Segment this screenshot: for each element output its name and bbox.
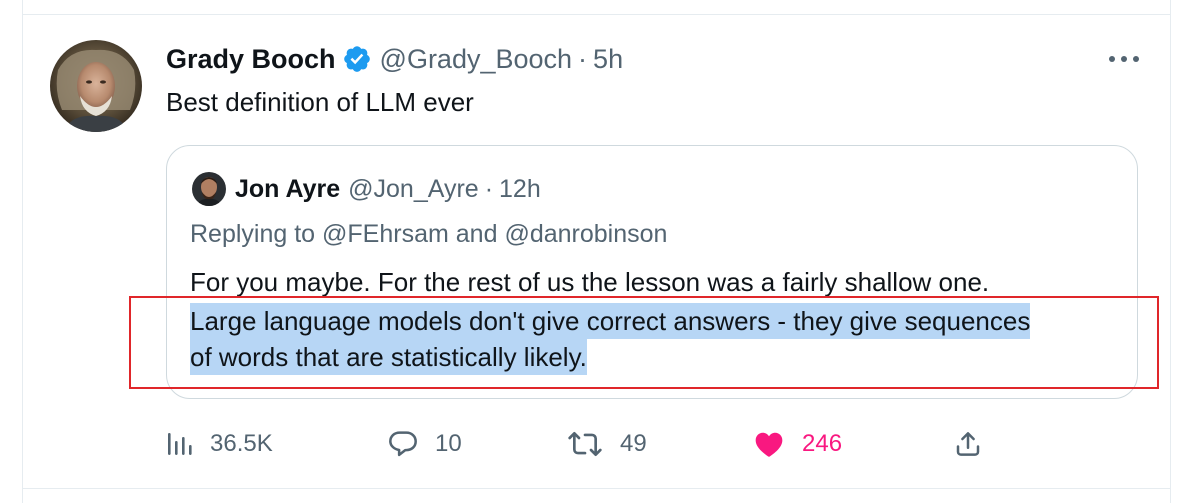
retweet-button[interactable]: 49 (566, 420, 647, 468)
reply-button[interactable]: 10 (387, 420, 462, 468)
share-button[interactable] (953, 420, 983, 468)
tweet-bottom-border (22, 488, 1170, 489)
like-button[interactable]: 246 (752, 420, 842, 468)
author-handle[interactable]: @Grady_Booch (380, 42, 573, 76)
reply-count: 10 (435, 430, 462, 457)
quoted-author-avatar[interactable] (192, 172, 226, 206)
more-horizontal-icon[interactable] (1106, 52, 1142, 66)
retweet-count: 49 (620, 430, 647, 457)
reply-bubble-icon (387, 428, 419, 460)
annotation-red-box (129, 296, 1159, 389)
replying-prefix: Replying to (190, 220, 316, 248)
heart-filled-icon (752, 428, 786, 460)
quoted-author-handle[interactable]: @Jon_Ayre (348, 173, 479, 205)
tweet-text: Best definition of LLM ever (166, 87, 474, 117)
replying-and: and (455, 220, 498, 248)
previous-tweet-border (22, 0, 1170, 15)
quoted-tweet-text-line: For you maybe. For the rest of us the le… (190, 267, 990, 297)
quoted-tweet-timestamp[interactable]: 12h (499, 173, 541, 205)
mention-link[interactable]: @danrobinson (504, 220, 667, 248)
analytics-bars-icon (164, 429, 194, 459)
tweet-container: Grady Booch @Grady_Booch · 5h Best defin… (0, 0, 1200, 503)
mention-link[interactable]: @FEhrsam (322, 220, 449, 248)
replying-to-line: Replying to @FEhrsam and @danrobinson (190, 218, 667, 250)
tweet-actions-bar: 36.5K 10 49 246 (0, 420, 1200, 468)
share-upload-icon (953, 429, 983, 459)
author-avatar[interactable] (50, 40, 142, 132)
separator-dot: · (578, 44, 588, 74)
author-name[interactable]: Grady Booch (166, 42, 336, 76)
quoted-author-name[interactable]: Jon Ayre (235, 173, 340, 205)
tweet-header: Grady Booch @Grady_Booch · 5h (166, 42, 623, 76)
retweet-icon (566, 428, 604, 460)
views-button[interactable]: 36.5K (164, 420, 273, 468)
tweet-timestamp[interactable]: 5h (593, 42, 623, 76)
separator-dot: · (484, 175, 494, 203)
quoted-tweet-header: Jon Ayre @Jon_Ayre · 12h (192, 172, 541, 206)
views-count: 36.5K (210, 430, 273, 457)
like-count: 246 (802, 430, 843, 457)
verified-badge-icon (342, 44, 372, 74)
